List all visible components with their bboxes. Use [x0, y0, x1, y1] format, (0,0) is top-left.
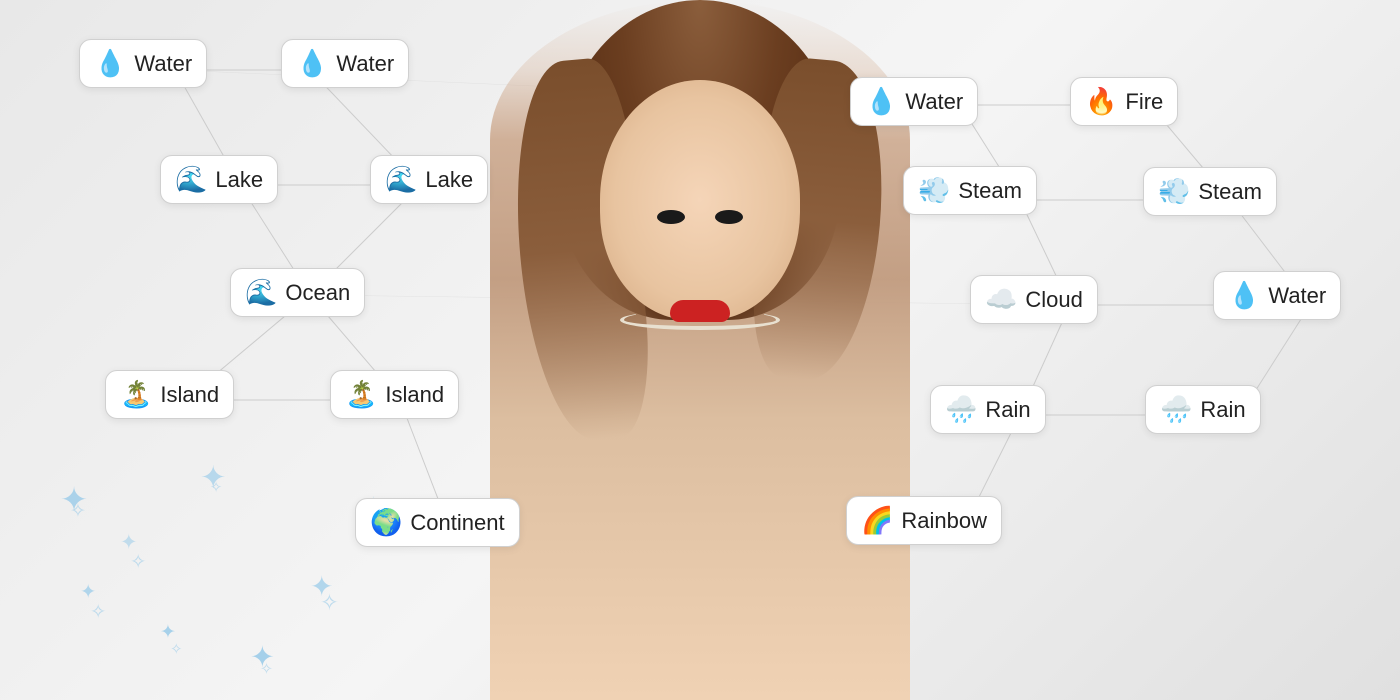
- tag-island-2[interactable]: 🏝️ Island: [330, 370, 459, 419]
- sparkle-cross-1: ✧: [130, 550, 146, 574]
- tag-emoji-water-3: 💧: [865, 86, 897, 117]
- tag-continent-1[interactable]: 🌍 Continent: [355, 498, 520, 547]
- tag-emoji-water-2: 💧: [296, 48, 328, 79]
- tag-label-rain-2: Rain: [1200, 397, 1245, 423]
- tag-emoji-island-1: 🏝️: [120, 379, 152, 410]
- tag-lake-1[interactable]: 🌊 Lake: [160, 155, 278, 204]
- sparkle-cross-2: ✧: [90, 600, 106, 624]
- tag-emoji-continent-1: 🌍: [370, 507, 402, 538]
- tag-fire-1[interactable]: 🔥 Fire: [1070, 77, 1178, 126]
- tag-emoji-lake-1: 🌊: [175, 164, 207, 195]
- tag-water-2[interactable]: 💧 Water: [281, 39, 409, 88]
- tag-emoji-steam-1: 💨: [918, 175, 950, 206]
- sparkle-cross-0: ✧: [70, 500, 86, 523]
- tag-label-ocean-1: Ocean: [285, 280, 350, 306]
- tag-water-4[interactable]: 💧 Water: [1213, 271, 1341, 320]
- person-portrait: [490, 0, 910, 700]
- tag-label-island-1: Island: [160, 382, 219, 408]
- silhouette: [490, 0, 910, 700]
- tag-emoji-lake-2: 🌊: [385, 164, 417, 195]
- tag-label-lake-1: Lake: [215, 167, 263, 193]
- tag-lake-2[interactable]: 🌊 Lake: [370, 155, 488, 204]
- sparkle-cross-5: ✧: [320, 590, 339, 616]
- tag-label-steam-2: Steam: [1198, 179, 1262, 205]
- tag-label-fire-1: Fire: [1125, 89, 1163, 115]
- tag-island-1[interactable]: 🏝️ Island: [105, 370, 234, 419]
- tag-label-water-1: Water: [134, 51, 192, 77]
- tag-emoji-rainbow-1: 🌈: [861, 505, 893, 536]
- tag-label-rainbow-1: Rainbow: [901, 508, 987, 534]
- tag-emoji-rain-1: 🌧️: [945, 394, 977, 425]
- tag-emoji-fire-1: 🔥: [1085, 86, 1117, 117]
- sparkle-cross-7: ✧: [260, 660, 273, 679]
- tag-emoji-rain-2: 🌧️: [1160, 394, 1192, 425]
- tag-emoji-island-2: 🏝️: [345, 379, 377, 410]
- tag-label-water-3: Water: [905, 89, 963, 115]
- tag-label-rain-1: Rain: [985, 397, 1030, 423]
- tag-emoji-ocean-1: 🌊: [245, 277, 277, 308]
- tag-label-continent-1: Continent: [410, 510, 504, 536]
- tag-label-island-2: Island: [385, 382, 444, 408]
- tag-water-3[interactable]: 💧 Water: [850, 77, 978, 126]
- tag-ocean-1[interactable]: 🌊 Ocean: [230, 268, 365, 317]
- eye-right: [657, 210, 685, 224]
- necklace: [620, 310, 780, 330]
- sparkle-cross-3: ✧: [170, 640, 182, 658]
- tag-rain-2[interactable]: 🌧️ Rain: [1145, 385, 1261, 434]
- tag-steam-1[interactable]: 💨 Steam: [903, 166, 1037, 215]
- tag-emoji-water-4: 💧: [1228, 280, 1260, 311]
- tag-cloud-1[interactable]: ☁️ Cloud: [970, 275, 1098, 324]
- tag-emoji-cloud-1: ☁️: [985, 284, 1017, 315]
- eye-left: [715, 210, 743, 224]
- tag-rainbow-1[interactable]: 🌈 Rainbow: [846, 496, 1002, 545]
- tag-label-cloud-1: Cloud: [1025, 287, 1082, 313]
- tag-emoji-water-1: 💧: [94, 48, 126, 79]
- tag-label-water-2: Water: [336, 51, 394, 77]
- tag-label-steam-1: Steam: [958, 178, 1022, 204]
- tag-steam-2[interactable]: 💨 Steam: [1143, 167, 1277, 216]
- tag-label-water-4: Water: [1268, 283, 1326, 309]
- tag-rain-1[interactable]: 🌧️ Rain: [930, 385, 1046, 434]
- tag-label-lake-2: Lake: [425, 167, 473, 193]
- tag-emoji-steam-2: 💨: [1158, 176, 1190, 207]
- face: [600, 80, 800, 320]
- tag-water-1[interactable]: 💧 Water: [79, 39, 207, 88]
- sparkle-cross-4: ✧: [210, 480, 222, 496]
